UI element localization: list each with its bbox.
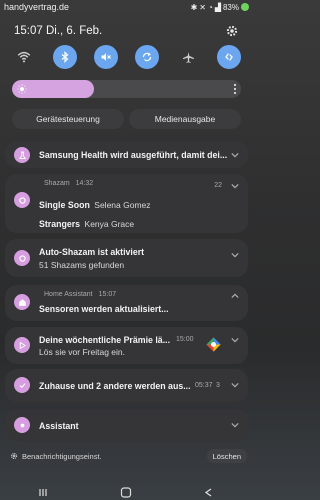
song-title: Strangers [39, 219, 81, 229]
home-assistant-app-icon [14, 294, 30, 310]
quick-settings-row [10, 44, 243, 70]
back-icon[interactable] [204, 488, 214, 497]
mute-status-icon: ✕ [199, 2, 206, 12]
song-artist: Selena Gomez [94, 200, 151, 210]
notification-assistant[interactable]: Assistant [5, 409, 248, 441]
chevron-down-icon[interactable] [231, 182, 239, 190]
settings-gear-icon [11, 453, 17, 459]
notification-text: Lös sie vor Freitag ein. [39, 347, 125, 357]
wifi-toggle[interactable] [12, 45, 36, 69]
airplane-icon [182, 51, 194, 63]
notification-shazam[interactable]: Shazam 14:32 22 Single Soon Selena Gomez… [5, 174, 248, 233]
recents-icon[interactable] [38, 488, 48, 497]
mute-icon [101, 53, 111, 61]
notification-zuhause[interactable]: Zuhause und 2 andere werden aus... 05:37… [5, 369, 248, 402]
notification-title: Sensoren werden aktualisiert... [39, 304, 169, 314]
chevron-up-icon[interactable] [231, 292, 239, 300]
bluetooth-status-icon: ✱ [190, 2, 198, 12]
notification-time: 05:37 [195, 382, 213, 389]
chevron-down-icon[interactable] [231, 336, 239, 344]
battery-percent: 83% [222, 2, 239, 12]
notification-settings-link[interactable]: Benachrichtigungseinst. [22, 452, 102, 461]
wifi-icon [17, 51, 31, 63]
notification-title: Zuhause und 2 andere werden aus... [39, 381, 191, 391]
battery-icon [241, 3, 249, 11]
carrier-name: handyvertrag.de [4, 2, 70, 12]
bluetooth-toggle[interactable] [53, 45, 77, 69]
notification-weekly-reward[interactable]: Deine wöchentliche Prämie lä... 15:00 Lö… [5, 327, 248, 364]
home-assistant-app-name: Home Assistant [44, 291, 93, 298]
wifi-status-icon: ◔ [207, 2, 213, 12]
play-store-app-icon [14, 337, 30, 353]
signal-status-icon: ▟ [214, 2, 221, 12]
home-assistant-time: 15:07 [98, 291, 117, 298]
shazam-app-icon [14, 192, 30, 208]
notification-samsung-health[interactable]: Samsung Health wird ausgeführt, damit de… [5, 141, 248, 168]
rotate-icon [142, 52, 152, 62]
notification-title: Samsung Health wird ausgeführt, damit de… [39, 150, 228, 160]
notification-footer: Benachrichtigungseinst. Löschen [0, 448, 253, 466]
shazam-song-1[interactable]: Single Soon Selena Gomez [39, 195, 151, 213]
settings-gear-icon[interactable] [225, 24, 239, 38]
notification-title: Deine wöchentliche Prämie lä... [39, 335, 171, 345]
samsung-health-app-icon [14, 147, 30, 163]
song-artist: Kenya Grace [84, 219, 135, 229]
assistant-app-icon [14, 417, 30, 433]
home-icon[interactable] [120, 487, 132, 498]
chevron-down-icon[interactable] [231, 251, 239, 259]
check-app-icon [14, 377, 30, 393]
notification-time: 15:00 [176, 336, 194, 343]
shazam-icon [225, 53, 233, 61]
shazam-count: 22 [214, 182, 222, 189]
auto-rotate-toggle[interactable] [135, 45, 159, 69]
sound-toggle[interactable] [94, 45, 118, 69]
notification-title: Auto-Shazam ist aktiviert [39, 247, 145, 257]
clear-all-button[interactable]: Löschen [206, 449, 247, 463]
device-control-button[interactable]: Gerätesteuerung [12, 109, 124, 129]
shazam-app-icon [14, 250, 30, 266]
notification-text: 51 Shazams gefunden [39, 260, 125, 270]
notification-auto-shazam[interactable]: Auto-Shazam ist aktiviert 51 Shazams gef… [5, 239, 248, 277]
google-play-logo-icon [206, 337, 221, 352]
airplane-toggle[interactable] [176, 45, 200, 69]
status-bar: handyvertrag.de ✱ ✕ ◔ ▟ 83% [0, 0, 253, 14]
notification-count: 3 [216, 382, 220, 389]
shazam-toggle[interactable] [217, 45, 241, 69]
shazam-song-2[interactable]: Strangers Kenya Grace [39, 214, 134, 232]
media-output-button[interactable]: Medienausgabe [129, 109, 241, 129]
shazam-time: 14:32 [75, 180, 94, 187]
brightness-slider[interactable] [12, 80, 241, 98]
brightness-sun-icon [17, 84, 27, 94]
chevron-down-icon[interactable] [231, 151, 239, 159]
more-options-icon[interactable] [233, 83, 237, 95]
bluetooth-icon [61, 51, 69, 63]
navigation-bar [0, 486, 253, 500]
chevron-down-icon[interactable] [231, 421, 239, 429]
chevron-down-icon[interactable] [231, 381, 239, 389]
notification-home-assistant[interactable]: Home Assistant 15:07 Sensoren werden akt… [5, 285, 248, 321]
date-time: 15:07 Di., 6. Feb. [14, 25, 103, 37]
song-title: Single Soon [39, 200, 90, 210]
shazam-app-name: Shazam [44, 180, 70, 187]
notification-title: Assistant [39, 421, 79, 431]
